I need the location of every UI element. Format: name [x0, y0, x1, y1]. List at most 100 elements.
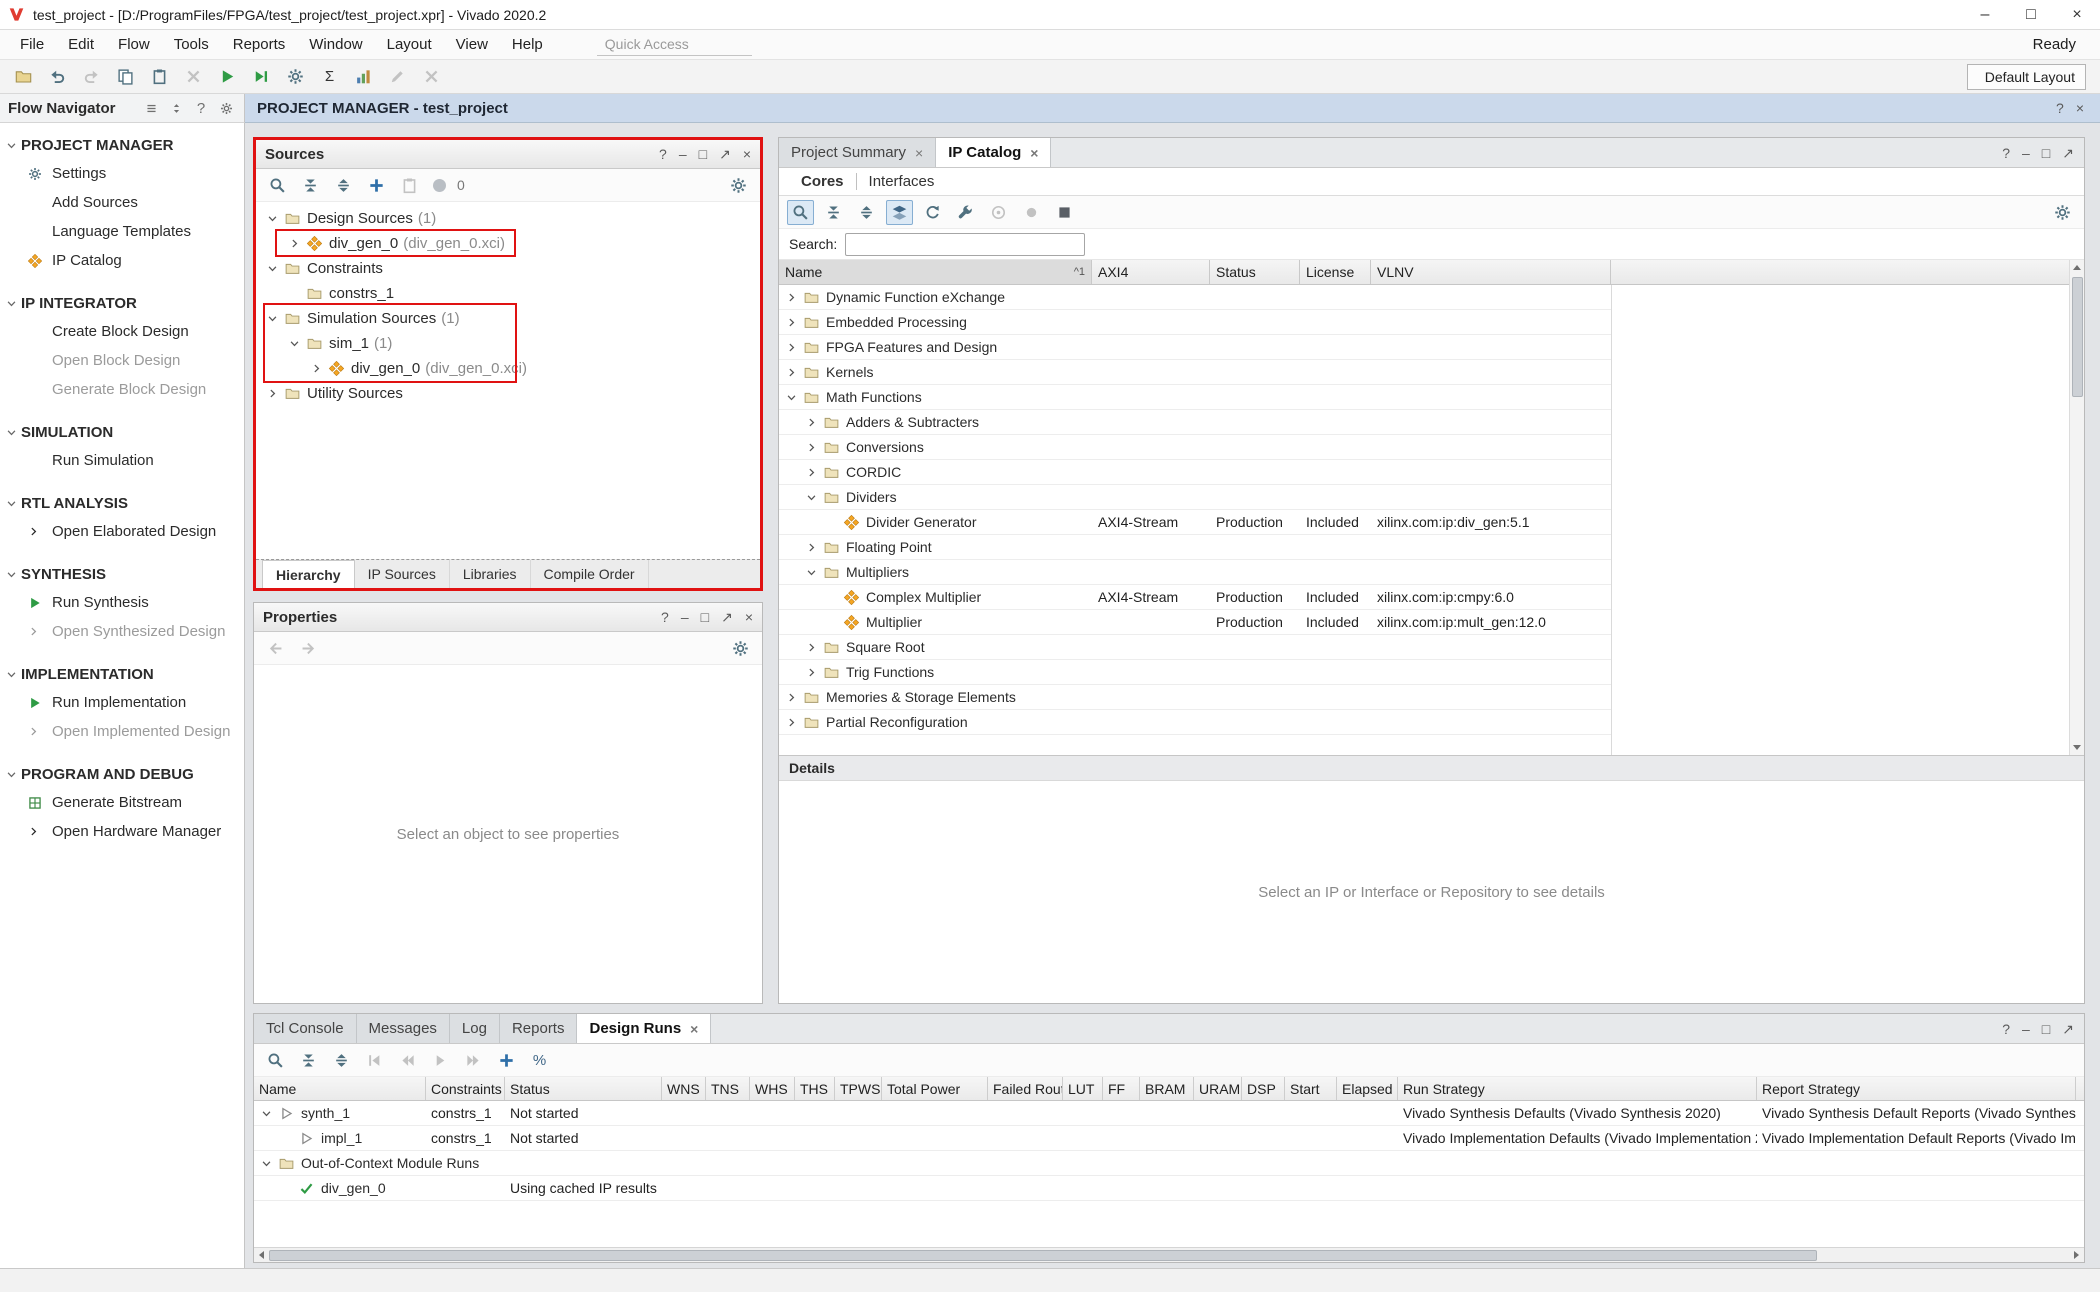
- close-tab-icon[interactable]: ×: [915, 145, 923, 161]
- source-item-sim-1[interactable]: sim_1(1): [256, 331, 760, 356]
- chevron-right-icon[interactable]: [803, 542, 820, 553]
- group-by-category-icon[interactable]: [886, 200, 913, 225]
- flow-item-open-elaborated-design[interactable]: Open Elaborated Design: [0, 517, 244, 546]
- refresh-repository-icon[interactable]: [919, 200, 946, 225]
- percent-icon[interactable]: %: [526, 1048, 553, 1073]
- ip-row-square-root[interactable]: Square Root: [779, 635, 1611, 660]
- float-icon[interactable]: □: [699, 147, 707, 161]
- maximize-icon[interactable]: ↗: [721, 610, 733, 624]
- ip-row-floating-point[interactable]: Floating Point: [779, 535, 1611, 560]
- tab-reports[interactable]: Reports: [500, 1014, 578, 1043]
- maximize-icon[interactable]: ↗: [2062, 146, 2074, 160]
- column-header-total-power[interactable]: Total Power: [882, 1077, 988, 1100]
- run-steps-icon[interactable]: [248, 64, 275, 89]
- add-repository-icon[interactable]: [985, 200, 1012, 225]
- flow-item-create-block-design[interactable]: Create Block Design: [0, 317, 244, 346]
- chevron-right-icon[interactable]: [803, 467, 820, 478]
- column-header-start[interactable]: Start: [1285, 1077, 1337, 1100]
- ip-row-dynamic-function-exchange[interactable]: Dynamic Function eXchange: [779, 285, 1611, 310]
- ip-row-trig-functions[interactable]: Trig Functions: [779, 660, 1611, 685]
- search-icon[interactable]: [264, 173, 291, 198]
- column-header-status[interactable]: Status: [1210, 260, 1300, 284]
- forward-icon[interactable]: [295, 636, 322, 661]
- chevron-down-icon[interactable]: [803, 492, 820, 503]
- flow-item-language-templates[interactable]: Language Templates: [0, 217, 244, 246]
- close-tab-icon[interactable]: ×: [1030, 145, 1038, 161]
- maximize-button[interactable]: □: [2008, 0, 2054, 29]
- flow-item-settings[interactable]: Settings: [0, 159, 244, 188]
- settings-icon[interactable]: [2049, 200, 2076, 225]
- scroll-down-button[interactable]: [2070, 740, 2084, 755]
- expand-all-icon[interactable]: [330, 173, 357, 198]
- search-icon[interactable]: [787, 200, 814, 225]
- source-item-div-gen-0[interactable]: div_gen_0(div_gen_0.xci): [256, 231, 760, 256]
- close-icon[interactable]: ×: [2076, 101, 2084, 115]
- chevron-right-icon[interactable]: [783, 717, 800, 728]
- flow-item-run-simulation[interactable]: Run Simulation: [0, 446, 244, 475]
- subtab-interfaces[interactable]: Interfaces: [856, 173, 947, 190]
- horizontal-scrollbar-thumb[interactable]: [269, 1250, 1817, 1261]
- help-icon[interactable]: ?: [2002, 1022, 2010, 1036]
- chevron-down-icon[interactable]: [803, 567, 820, 578]
- ip-row-embedded-processing[interactable]: Embedded Processing: [779, 310, 1611, 335]
- chevron-right-icon[interactable]: [783, 317, 800, 328]
- flow-section-project-manager[interactable]: PROJECT MANAGER: [0, 131, 244, 159]
- menu-layout[interactable]: Layout: [375, 30, 444, 59]
- menu-tools[interactable]: Tools: [162, 30, 221, 59]
- maximize-icon[interactable]: ↗: [2062, 1022, 2074, 1036]
- close-button[interactable]: ×: [2054, 0, 2100, 29]
- flow-section-program-and-debug[interactable]: PROGRAM AND DEBUG: [0, 760, 244, 788]
- column-header-report-strategy[interactable]: Report Strategy: [1757, 1077, 2076, 1100]
- back-icon[interactable]: [262, 636, 289, 661]
- chevron-right-icon[interactable]: [783, 367, 800, 378]
- chevron-right-icon[interactable]: [783, 342, 800, 353]
- expand-all-icon[interactable]: [328, 1048, 355, 1073]
- sigma-icon[interactable]: Σ: [316, 64, 343, 89]
- ip-row-divider-generator[interactable]: Divider GeneratorAXI4-StreamProductionIn…: [779, 510, 1611, 535]
- flow-section-synthesis[interactable]: SYNTHESIS: [0, 560, 244, 588]
- column-header-elapsed[interactable]: Elapsed: [1337, 1077, 1398, 1100]
- column-header-constraints[interactable]: Constraints: [426, 1077, 505, 1100]
- expand-collapse-icon[interactable]: [166, 98, 186, 118]
- ip-row-kernels[interactable]: Kernels: [779, 360, 1611, 385]
- flow-section-simulation[interactable]: SIMULATION: [0, 418, 244, 446]
- chevron-down-icon[interactable]: [264, 213, 281, 224]
- chevron-right-icon[interactable]: [308, 363, 325, 374]
- undo-icon[interactable]: [44, 64, 71, 89]
- close-icon[interactable]: ×: [745, 610, 753, 624]
- source-item-utility-sources[interactable]: Utility Sources: [256, 381, 760, 406]
- collapse-all-icon[interactable]: [297, 173, 324, 198]
- add-sources-icon[interactable]: [363, 173, 390, 198]
- column-header-vlnv[interactable]: VLNV: [1371, 260, 1611, 284]
- menu-reports[interactable]: Reports: [221, 30, 298, 59]
- column-header-license[interactable]: License: [1300, 260, 1371, 284]
- tab-tcl-console[interactable]: Tcl Console: [254, 1014, 357, 1043]
- source-item-div-gen-0[interactable]: div_gen_0(div_gen_0.xci): [256, 356, 760, 381]
- help-icon[interactable]: ?: [659, 147, 667, 161]
- sources-tab-ip-sources[interactable]: IP Sources: [355, 560, 450, 588]
- column-header-axi4[interactable]: AXI4: [1092, 260, 1210, 284]
- layout-selector[interactable]: Default Layout: [1967, 64, 2086, 90]
- chevron-right-icon[interactable]: [803, 417, 820, 428]
- chevron-right-icon[interactable]: [803, 642, 820, 653]
- tab-log[interactable]: Log: [450, 1014, 500, 1043]
- flow-section-implementation[interactable]: IMPLEMENTATION: [0, 660, 244, 688]
- column-header-whs[interactable]: WHS: [750, 1077, 795, 1100]
- flow-item-generate-bitstream[interactable]: Generate Bitstream: [0, 788, 244, 817]
- ip-row-math-functions[interactable]: Math Functions: [779, 385, 1611, 410]
- column-header-status[interactable]: Status: [505, 1077, 662, 1100]
- ip-row-dividers[interactable]: Dividers: [779, 485, 1611, 510]
- gear-icon[interactable]: [216, 98, 236, 118]
- scroll-left-button[interactable]: [254, 1248, 269, 1262]
- maximize-icon[interactable]: ↗: [719, 147, 731, 161]
- quick-access-search[interactable]: Quick Access: [597, 34, 752, 56]
- minimize-icon[interactable]: –: [679, 147, 687, 161]
- chevron-down-icon[interactable]: [264, 263, 281, 274]
- column-header-name[interactable]: Name: [254, 1077, 426, 1100]
- menu-help[interactable]: Help: [500, 30, 555, 59]
- copy-icon[interactable]: [112, 64, 139, 89]
- collapse-all-icon[interactable]: [820, 200, 847, 225]
- minimize-icon[interactable]: –: [2022, 146, 2030, 160]
- scroll-to-selected-icon[interactable]: [396, 173, 423, 198]
- horizontal-scrollbar[interactable]: [254, 1247, 2084, 1262]
